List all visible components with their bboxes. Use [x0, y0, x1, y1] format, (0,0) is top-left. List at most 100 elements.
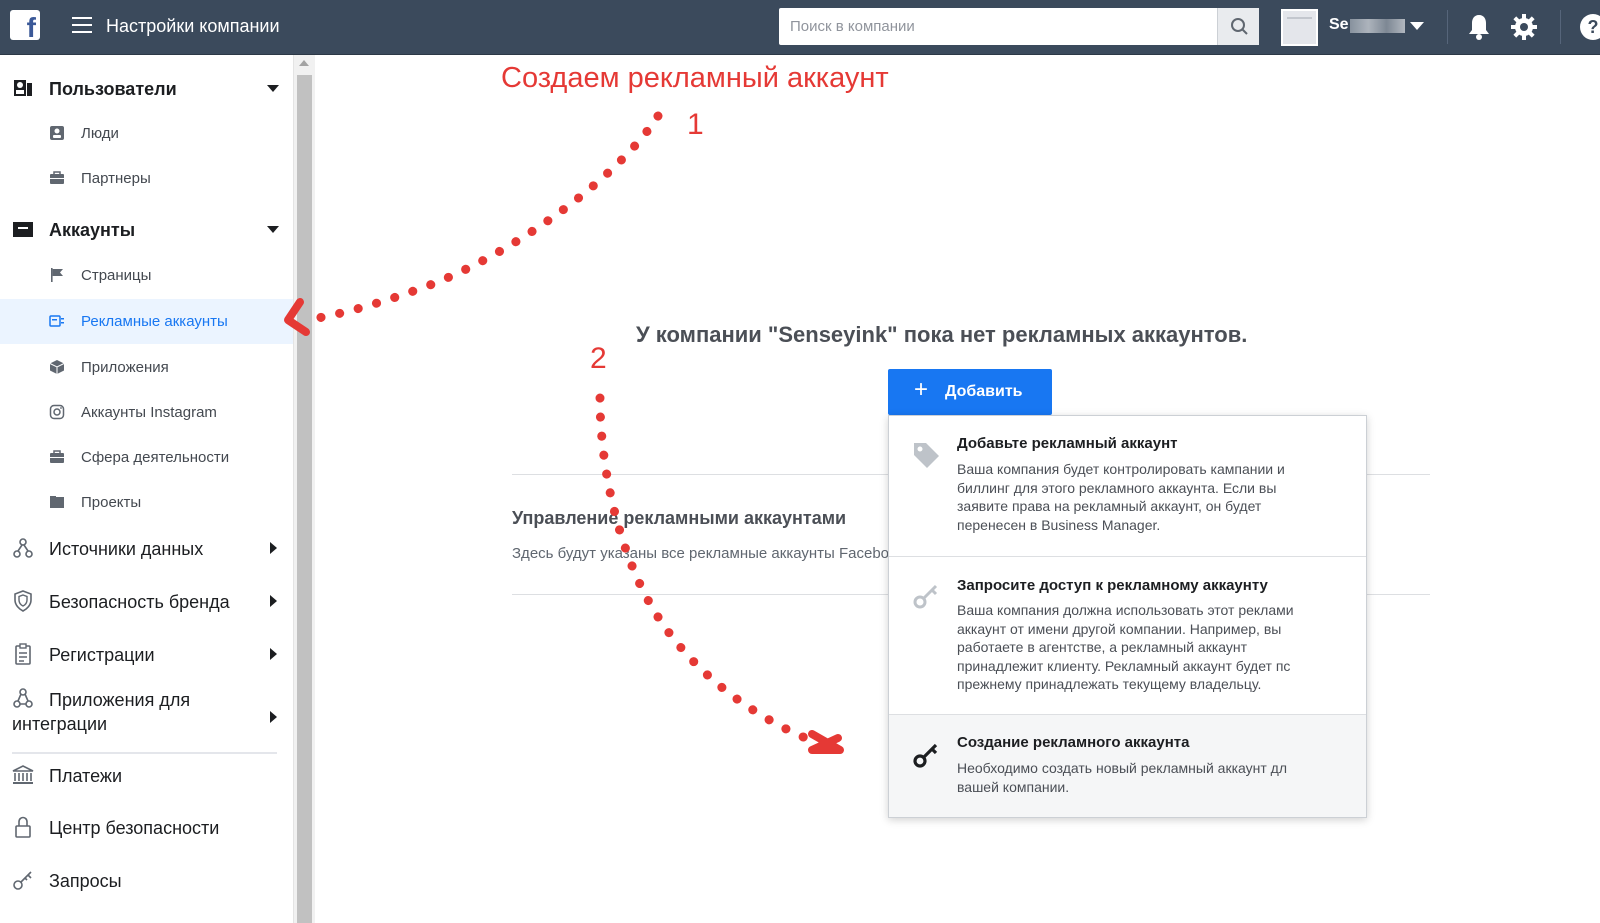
sidebar-item-label: Центр безопасности — [49, 818, 220, 838]
sidebar-item-label: Рекламные аккаунты — [81, 313, 228, 330]
sidebar-item-ad-accounts[interactable]: Рекламные аккаунты — [0, 299, 293, 344]
app-title: Настройки компании — [106, 16, 280, 36]
sidebar-item-label: Страницы — [81, 267, 152, 284]
sidebar-section-label: интеграции — [12, 714, 108, 734]
chevron-right-icon — [270, 711, 277, 723]
users-icon — [14, 80, 32, 96]
menu-option-request-access[interactable]: Запросите доступ к рекламному аккаунту В… — [889, 557, 1366, 715]
menu-option-description: Необходимо создать новый рекламный аккау… — [957, 760, 1287, 795]
chevron-right-icon — [270, 595, 277, 607]
sidebar-item-label: Сфера деятельности — [81, 449, 230, 466]
sidebar-item-label: Приложения — [81, 359, 169, 376]
scroll-up-icon[interactable] — [299, 60, 309, 66]
key-icon — [913, 743, 938, 768]
plus-icon: + — [914, 376, 929, 403]
search-box — [779, 8, 1259, 45]
facebook-logo-icon[interactable]: f — [10, 10, 40, 43]
chevron-down-icon — [267, 226, 279, 233]
sidebar-item-instagram[interactable]: Аккаунты Instagram — [0, 390, 293, 435]
sidebar-item-label: Аккаунты Instagram — [81, 404, 217, 421]
settings-gear-icon[interactable] — [1510, 13, 1538, 41]
menu-option-add-ad-account[interactable]: Добавьте рекламный аккаунт Ваша компания… — [889, 416, 1366, 557]
sidebar-item-projects[interactable]: Проекты — [0, 480, 293, 525]
sidebar-item-people[interactable]: Люди — [0, 111, 293, 156]
tag-icon — [914, 443, 939, 468]
folder-icon — [13, 222, 33, 237]
sidebar-item-business-area[interactable]: Сфера деятельности — [0, 435, 293, 480]
add-dropdown-menu: Добавьте рекламный аккаунт Ваша компания… — [888, 415, 1367, 818]
sidebar: Пользователи Люди Партнеры Аккаунты Стра… — [0, 55, 293, 923]
help-icon[interactable]: ? — [1580, 14, 1600, 40]
logo-letter: f — [26, 12, 36, 43]
sidebar-item-partners[interactable]: Партнеры — [0, 156, 293, 201]
sidebar-item-label: Запросы — [49, 871, 122, 891]
cube-icon — [49, 360, 65, 374]
menu-option-create-ad-account[interactable]: Создание рекламного аккаунта Необходимо … — [889, 715, 1366, 817]
sidebar-section-data-sources[interactable]: Источники данных — [0, 528, 293, 568]
lock-icon — [15, 816, 31, 838]
sidebar-section-label: Приложения для — [49, 690, 191, 710]
notifications-bell-icon[interactable] — [1466, 13, 1492, 41]
sidebar-section-label: Пользователи — [49, 79, 177, 99]
data-sources-icon — [13, 538, 33, 558]
key-icon — [913, 584, 938, 609]
divider — [1560, 10, 1561, 44]
sidebar-item-label: Проекты — [81, 494, 142, 511]
empty-state-title: У компании "Senseyink" пока нет рекламны… — [636, 322, 1248, 347]
bank-icon — [12, 765, 34, 784]
sidebar-scrollbar[interactable] — [293, 55, 315, 923]
menu-option-title: Создание рекламного аккаунта — [957, 734, 1190, 751]
manage-section-description: Здесь будут указаны все рекламные аккаун… — [512, 545, 890, 562]
annotation-arrow-2 — [595, 393, 820, 747]
menu-option-title: Запросите доступ к рекламному аккаунту — [957, 577, 1268, 594]
annotation-arrow-1 — [313, 111, 663, 323]
top-bar: f Настройки компании Se ? — [0, 0, 1600, 55]
menu-icon[interactable] — [72, 17, 92, 35]
sidebar-section-users[interactable]: Пользователи — [0, 68, 293, 108]
sidebar-item-security-center[interactable]: Центр безопасности — [0, 807, 293, 847]
annotation-arrow-2-head — [808, 730, 844, 754]
sidebar-section-integration-apps[interactable]: Приложения для интеграции — [0, 687, 293, 747]
person-icon — [50, 126, 64, 140]
search-icon — [1231, 18, 1248, 35]
sidebar-section-label: Источники данных — [49, 539, 204, 559]
annotation-step-1: 1 — [687, 108, 704, 141]
chevron-down-icon — [267, 85, 279, 92]
annotation-title: Создаем рекламный аккаунт — [501, 62, 889, 94]
account-dropdown-icon[interactable] — [1410, 22, 1424, 30]
sidebar-item-label: Люди — [81, 125, 119, 142]
flag-icon — [51, 268, 63, 282]
briefcase-icon — [50, 171, 64, 184]
clipboard-icon — [15, 643, 31, 665]
sidebar-section-accounts[interactable]: Аккаунты — [0, 209, 293, 249]
sidebar-section-label: Безопасность бренда — [49, 592, 230, 612]
add-button[interactable]: + Добавить — [888, 369, 1052, 415]
instagram-icon — [49, 404, 65, 420]
search-input[interactable] — [779, 8, 1216, 45]
sidebar-item-pages[interactable]: Страницы — [0, 253, 293, 298]
sidebar-item-apps[interactable]: Приложения — [0, 345, 293, 390]
search-button[interactable] — [1217, 8, 1259, 45]
account-name[interactable]: Se — [1329, 16, 1349, 34]
briefcase-icon — [50, 450, 64, 463]
sidebar-section-brand-safety[interactable]: Безопасность бренда — [0, 581, 293, 621]
account-name-redacted — [1350, 19, 1405, 33]
annotation-step-2: 2 — [590, 342, 607, 375]
sidebar-section-label: Аккаунты — [49, 220, 136, 240]
sidebar-divider — [12, 752, 277, 754]
menu-option-description: Ваша компания будет контролировать кампа… — [957, 461, 1285, 533]
ad-account-icon — [49, 315, 64, 327]
sidebar-item-requests[interactable]: Запросы — [0, 860, 293, 900]
manage-section-title: Управление рекламными аккаунтами — [512, 508, 847, 528]
menu-option-description: Ваша компания должна использовать этот р… — [957, 602, 1294, 692]
key-icon — [13, 871, 32, 890]
sidebar-section-registrations[interactable]: Регистрации — [0, 634, 293, 674]
add-button-label: Добавить — [945, 383, 1023, 400]
sidebar-item-payments[interactable]: Платежи — [0, 755, 293, 795]
sidebar-item-label: Партнеры — [81, 170, 151, 187]
chevron-right-icon — [270, 648, 277, 660]
chevron-right-icon — [270, 542, 277, 554]
business-avatar[interactable] — [1281, 9, 1318, 46]
scroll-thumb[interactable] — [297, 75, 312, 923]
menu-option-title: Добавьте рекламный аккаунт — [957, 435, 1178, 452]
